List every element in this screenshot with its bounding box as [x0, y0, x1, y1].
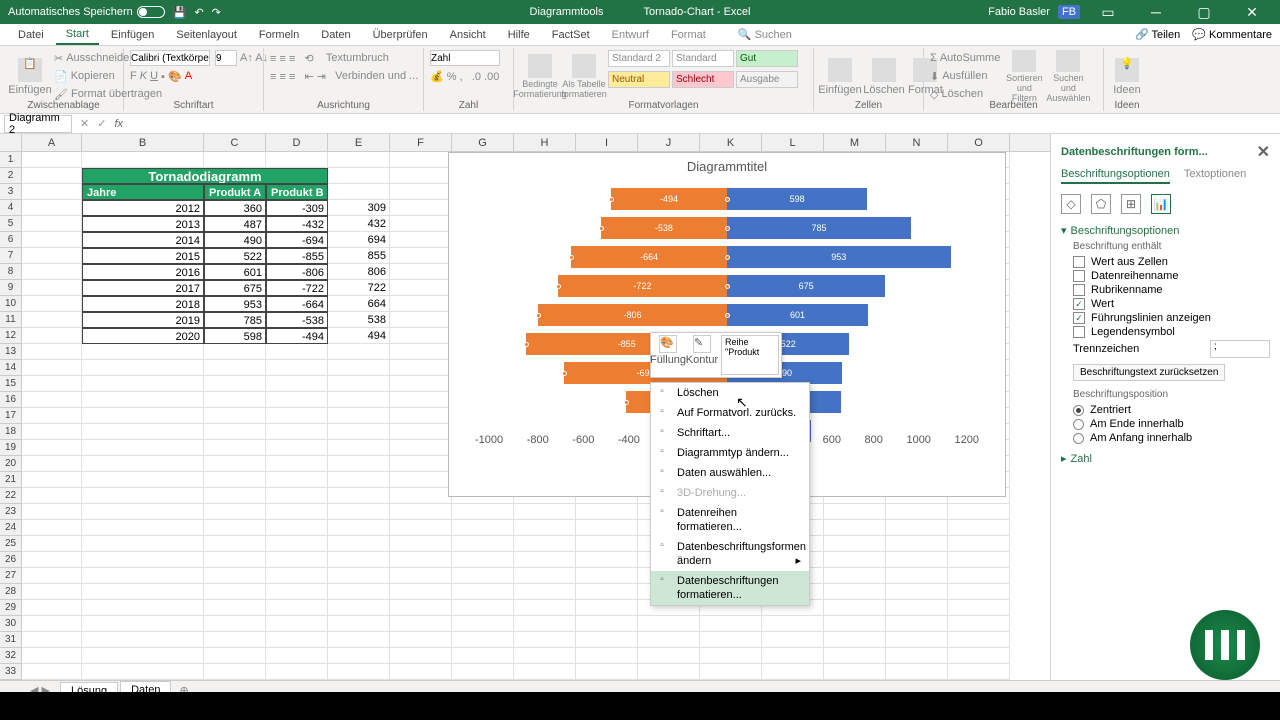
namebox[interactable]: Diagramm 2: [4, 115, 72, 133]
titlebar: Automatisches Speichern 💾 ↶ ↷ Diagrammto…: [0, 0, 1280, 24]
insert-cells-button[interactable]: Einfügen: [820, 50, 860, 104]
format-panel: Datenbeschriftungen form... ✕ Beschriftu…: [1050, 134, 1280, 680]
checkbox[interactable]: [1073, 270, 1085, 282]
checkbox[interactable]: ✓: [1073, 312, 1085, 324]
ctx-item[interactable]: ▫Löschen: [651, 383, 809, 403]
checkbox[interactable]: ✓: [1073, 298, 1085, 310]
ctx-item[interactable]: ▫Datenreihen formatieren...: [651, 503, 809, 537]
checkbox[interactable]: [1073, 326, 1085, 338]
paste-button[interactable]: 📋Einfügen: [10, 50, 50, 104]
ctx-item[interactable]: ▫Auf Formatvorl. zurücks.: [651, 403, 809, 423]
formula-bar: Diagramm 2 ✕ ✓ fx: [0, 114, 1280, 134]
radio[interactable]: [1073, 433, 1084, 444]
panel-tab-label-options[interactable]: Beschriftungsoptionen: [1061, 168, 1170, 184]
tab-datei[interactable]: Datei: [8, 26, 54, 44]
section-number[interactable]: ▸ Zahl: [1061, 452, 1270, 465]
comments-button[interactable]: 💬 Kommentare: [1192, 28, 1272, 41]
mini-toolbar: 🎨Füllung ✎Kontur Reihe "Produkt: [650, 332, 782, 378]
ctx-item[interactable]: ▫Datenbeschriftungen formatieren...: [651, 571, 809, 605]
user-name[interactable]: Fabio Basler: [988, 6, 1050, 18]
label-options-icon[interactable]: 📊: [1151, 194, 1171, 214]
ribbon-options-icon[interactable]: ▭: [1088, 0, 1128, 24]
user-avatar[interactable]: FB: [1058, 5, 1080, 19]
save-icon[interactable]: 💾: [173, 6, 187, 19]
chart-title[interactable]: Diagrammtitel: [449, 153, 1005, 180]
delete-cells-button[interactable]: Löschen: [864, 50, 904, 104]
tab-ueberpruefen[interactable]: Überprüfen: [363, 26, 438, 44]
radio[interactable]: [1073, 419, 1084, 430]
ctx-item[interactable]: ▫Datenbeschriftungsformen ändern▸: [651, 537, 809, 571]
outline-button[interactable]: ✎Kontur: [687, 335, 717, 375]
tab-einfuegen[interactable]: Einfügen: [101, 26, 164, 44]
maximize-icon[interactable]: ▢: [1184, 0, 1224, 24]
redo-icon[interactable]: ↷: [212, 6, 221, 19]
fx-icon[interactable]: fx: [114, 118, 123, 130]
tab-entwurf[interactable]: Entwurf: [602, 26, 659, 44]
font-family-input[interactable]: [130, 50, 210, 66]
panel-close-icon[interactable]: ✕: [1257, 142, 1270, 162]
autosave-toggle[interactable]: Automatisches Speichern: [8, 6, 165, 18]
chart-tools-label: Diagrammtools: [530, 6, 604, 18]
tab-hilfe[interactable]: Hilfe: [498, 26, 540, 44]
series-dropdown[interactable]: Reihe "Produkt: [721, 335, 779, 375]
ctx-item[interactable]: ▫Diagrammtyp ändern...: [651, 443, 809, 463]
font-size-input[interactable]: [215, 50, 237, 66]
tab-format[interactable]: Format: [661, 26, 716, 44]
size-icon[interactable]: ⊞: [1121, 194, 1141, 214]
tab-formeln[interactable]: Formeln: [249, 26, 309, 44]
ideas-button[interactable]: 💡Ideen: [1110, 50, 1144, 104]
reset-label-button[interactable]: Beschriftungstext zurücksetzen: [1073, 364, 1225, 381]
cancel-formula-icon[interactable]: ✕: [80, 117, 89, 130]
radio[interactable]: [1073, 405, 1084, 416]
separator-dropdown[interactable]: ;: [1210, 340, 1270, 358]
accept-formula-icon[interactable]: ✓: [97, 117, 106, 130]
tab-seitenlayout[interactable]: Seitenlayout: [166, 26, 247, 44]
undo-icon[interactable]: ↶: [194, 6, 203, 19]
checkbox[interactable]: [1073, 284, 1085, 296]
section-label-options[interactable]: ▾ Beschriftungsoptionen: [1061, 224, 1270, 237]
close-icon[interactable]: ✕: [1232, 0, 1272, 24]
search-label[interactable]: Suchen: [755, 29, 792, 41]
tab-start[interactable]: Start: [56, 25, 99, 45]
share-button[interactable]: 🔗 Teilen: [1135, 28, 1180, 41]
ctx-item[interactable]: ▫Daten auswählen...: [651, 463, 809, 483]
conditional-format-button[interactable]: Bedingte Formatierung: [520, 50, 560, 104]
number-format-input[interactable]: [430, 50, 500, 66]
tab-ansicht[interactable]: Ansicht: [440, 26, 496, 44]
panel-title: Datenbeschriftungen form...: [1061, 146, 1208, 158]
fill-button[interactable]: 🎨Füllung: [653, 335, 683, 375]
document-title: Tornado-Chart - Excel: [643, 6, 750, 18]
tab-factset[interactable]: FactSet: [542, 26, 600, 44]
corner-logo: [1190, 610, 1260, 680]
ctx-item[interactable]: ▫Schriftart...: [651, 423, 809, 443]
context-menu: ▫Löschen▫Auf Formatvorl. zurücks.▫Schrif…: [650, 382, 810, 606]
ctx-item[interactable]: ▫3D-Drehung...: [651, 483, 809, 503]
tab-daten[interactable]: Daten: [311, 26, 360, 44]
minimize-icon[interactable]: ─: [1136, 0, 1176, 24]
sheet-area[interactable]: A B C D E F G H I J K L M N O 1234567891…: [0, 134, 1050, 680]
ribbon-body: 📋Einfügen ✂ Ausschneiden 📄 Kopieren 🖌 Fo…: [0, 46, 1280, 114]
checkbox[interactable]: [1073, 256, 1085, 268]
table-format-button[interactable]: Als Tabelle formatieren: [564, 50, 604, 104]
effects-icon[interactable]: ⬠: [1091, 194, 1111, 214]
fill-line-icon[interactable]: ◇: [1061, 194, 1081, 214]
ribbon-tabs: Datei Start Einfügen Seitenlayout Formel…: [0, 24, 1280, 46]
panel-tab-text-options[interactable]: Textoptionen: [1184, 168, 1246, 184]
